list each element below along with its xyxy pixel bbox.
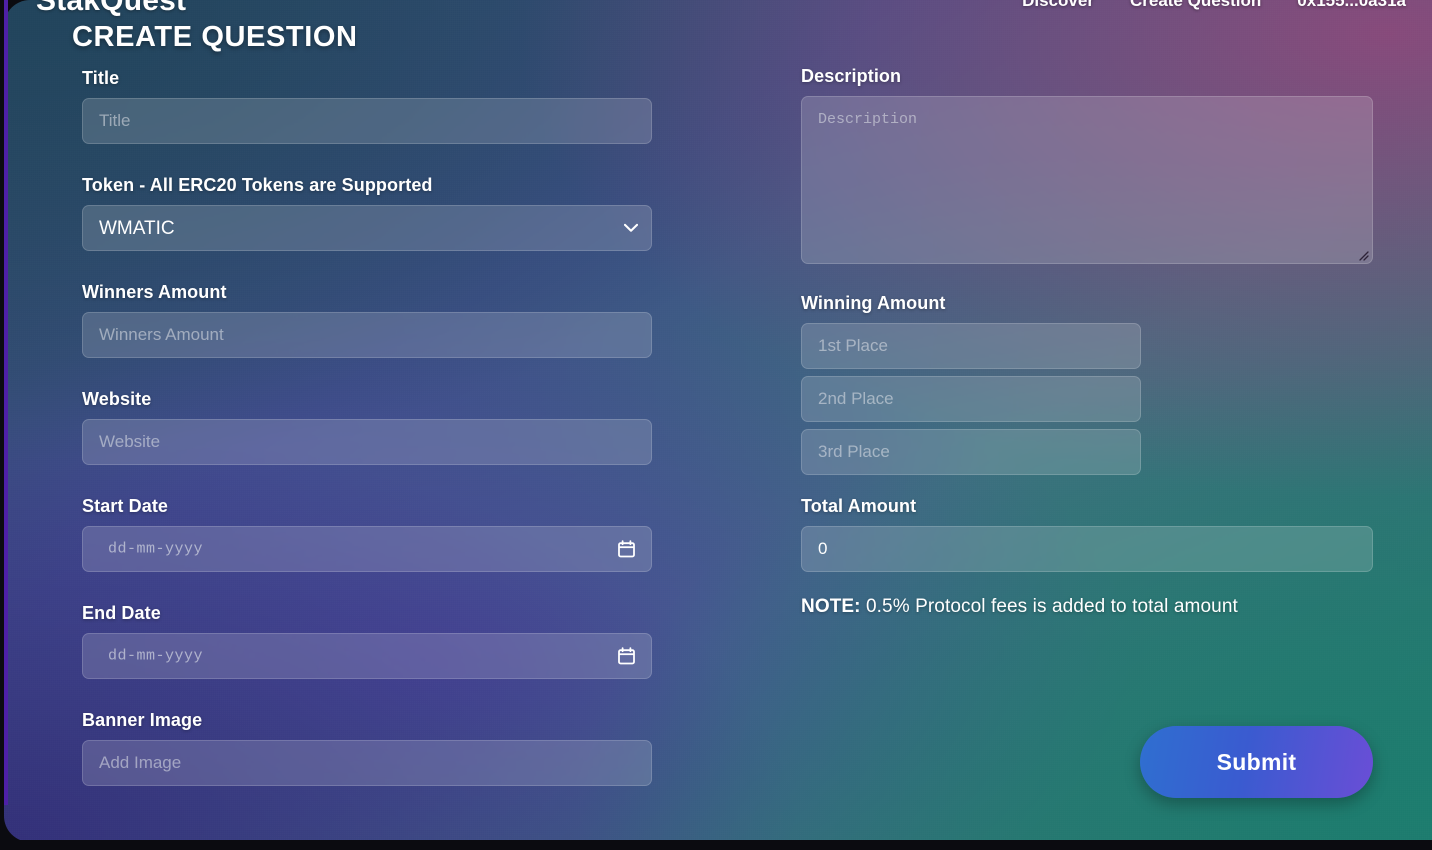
- label-total-amount: Total Amount: [801, 496, 917, 516]
- token-select[interactable]: WMATIC: [82, 205, 652, 251]
- create-question-form: Title Token - All ERC20 Tokens are Suppo…: [4, 0, 1432, 842]
- winners-amount-input[interactable]: [82, 312, 652, 358]
- submit-button[interactable]: Submit: [1140, 726, 1373, 798]
- winning-amount-second-place-input[interactable]: [801, 376, 1141, 422]
- brand-logo[interactable]: StakQuest: [36, 0, 186, 18]
- label-end-date: End Date: [82, 603, 161, 623]
- submit-row: Submit: [801, 726, 1373, 798]
- start-date-wrapper: dd-mm-yyyy: [82, 526, 652, 572]
- start-date-input[interactable]: [82, 526, 652, 572]
- form-column-right: Description Winning Amount: [801, 66, 1373, 618]
- nav-links: Discover Create Question 0x155...0a31a: [1022, 0, 1406, 11]
- label-website: Website: [82, 389, 152, 409]
- wallet-address-button[interactable]: 0x155...0a31a: [1297, 0, 1406, 11]
- page-surface: StakQuest Discover Create Question 0x155…: [4, 0, 1432, 842]
- field-total-amount: Total Amount: [801, 496, 1373, 572]
- total-amount-input[interactable]: [801, 526, 1373, 572]
- protocol-fee-note: NOTE: 0.5% Protocol fees is added to tot…: [801, 596, 1373, 618]
- field-website: Website: [82, 389, 652, 465]
- end-date-wrapper: dd-mm-yyyy: [82, 633, 652, 679]
- title-input[interactable]: [82, 98, 652, 144]
- label-winning-amount: Winning Amount: [801, 293, 946, 313]
- description-wrapper: [801, 96, 1373, 264]
- label-start-date: Start Date: [82, 496, 169, 516]
- description-textarea[interactable]: [801, 96, 1373, 264]
- label-title: Title: [82, 68, 120, 88]
- token-select-wrapper: WMATIC: [82, 205, 652, 251]
- nav-link-create-question[interactable]: Create Question: [1130, 0, 1261, 11]
- field-title: Title: [82, 68, 652, 144]
- field-winning-amount: Winning Amount: [801, 293, 1373, 475]
- app-root: StakQuest Discover Create Question 0x155…: [0, 0, 1432, 850]
- label-description: Description: [801, 66, 902, 86]
- note-text: 0.5% Protocol fees is added to total amo…: [866, 596, 1238, 617]
- left-edge-accent-strip: [4, 0, 8, 805]
- field-end-date: End Date dd-mm-yyyy: [82, 603, 652, 679]
- field-winners-amount: Winners Amount: [82, 282, 652, 358]
- nav-link-discover[interactable]: Discover: [1022, 0, 1094, 11]
- note-prefix: NOTE:: [801, 596, 861, 617]
- label-winners-amount: Winners Amount: [82, 282, 227, 302]
- page-title: CREATE QUESTION: [72, 21, 358, 53]
- banner-image-input[interactable]: [82, 740, 652, 786]
- label-token: Token - All ERC20 Tokens are Supported: [82, 175, 433, 195]
- form-column-left: Title Token - All ERC20 Tokens are Suppo…: [82, 68, 652, 786]
- winning-amount-third-place-input[interactable]: [801, 429, 1141, 475]
- field-start-date: Start Date dd-mm-yyyy: [82, 496, 652, 572]
- end-date-input[interactable]: [82, 633, 652, 679]
- website-input[interactable]: [82, 419, 652, 465]
- winning-amount-first-place-input[interactable]: [801, 323, 1141, 369]
- field-description: Description: [801, 66, 1373, 264]
- field-banner-image: Banner Image: [82, 710, 652, 786]
- label-banner-image: Banner Image: [82, 710, 203, 730]
- top-navigation-bar: StakQuest Discover Create Question 0x155…: [4, 0, 1432, 18]
- bottom-edge-band: [0, 840, 1432, 850]
- field-token: Token - All ERC20 Tokens are Supported W…: [82, 175, 652, 251]
